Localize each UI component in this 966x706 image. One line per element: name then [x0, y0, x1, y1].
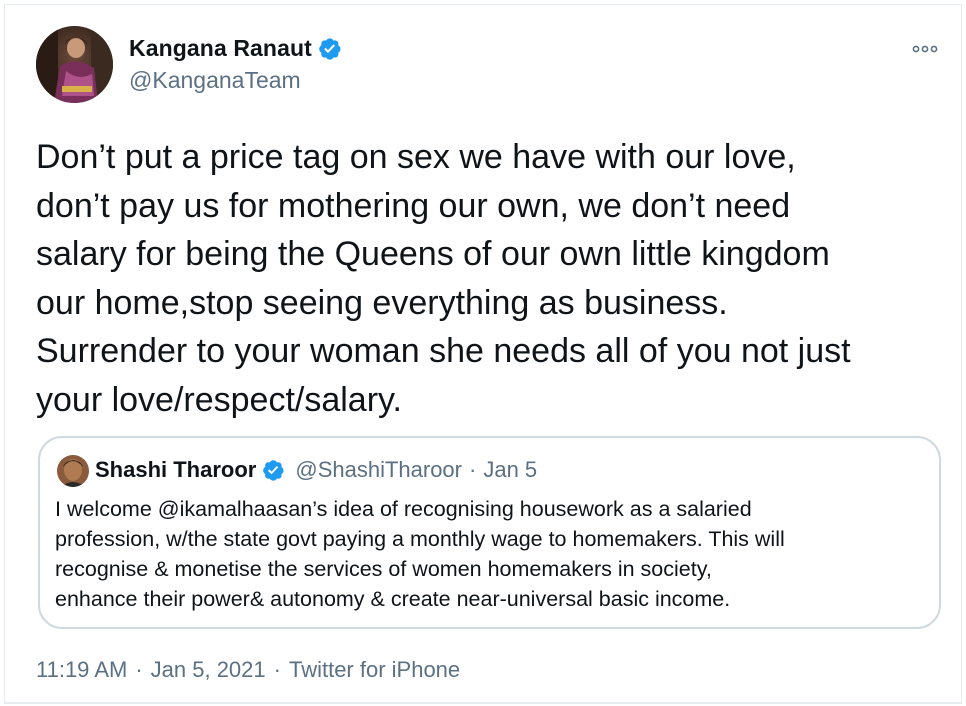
- author-handle[interactable]: @KanganaTeam: [129, 67, 301, 94]
- author-name[interactable]: Kangana Ranaut: [129, 35, 312, 62]
- tweet-meta: 11:19 AM · Jan 5, 2021 · Twitter for iPh…: [36, 657, 460, 683]
- quoted-author-avatar[interactable]: [57, 455, 89, 487]
- meta-separator: ·: [273, 657, 281, 682]
- header-separator: ·: [469, 457, 477, 482]
- verified-badge-icon: [317, 36, 342, 61]
- verified-badge-icon: [261, 458, 285, 482]
- quoted-tweet-date: Jan 5: [483, 457, 538, 482]
- author-avatar[interactable]: [36, 26, 113, 103]
- tweet-date[interactable]: Jan 5, 2021: [151, 657, 266, 683]
- quoted-tweet[interactable]: Shashi Tharoor @ShashiTharoor · Jan 5 I …: [38, 436, 941, 629]
- divider: [5, 702, 961, 704]
- tweet-source-link[interactable]: Twitter for iPhone: [289, 657, 460, 683]
- author-name-row: Kangana Ranaut: [129, 35, 342, 62]
- quoted-author-name: Shashi Tharoor: [95, 457, 257, 482]
- tweet-card: Kangana Ranaut @KanganaTeam Don’t put a …: [4, 4, 962, 704]
- more-options-icon[interactable]: [910, 39, 940, 59]
- tweet-text: Don’t put a price tag on sex we have wit…: [36, 138, 851, 419]
- tweet-time[interactable]: 11:19 AM: [36, 657, 127, 683]
- quoted-tweet-header: Shashi Tharoor @ShashiTharoor · Jan 5: [95, 457, 537, 483]
- quoted-author-handle: @ShashiTharoor: [295, 457, 462, 482]
- meta-separator: ·: [135, 657, 143, 682]
- quoted-tweet-text: I welcome @ikamalhaasan’s idea of recogn…: [55, 497, 785, 611]
